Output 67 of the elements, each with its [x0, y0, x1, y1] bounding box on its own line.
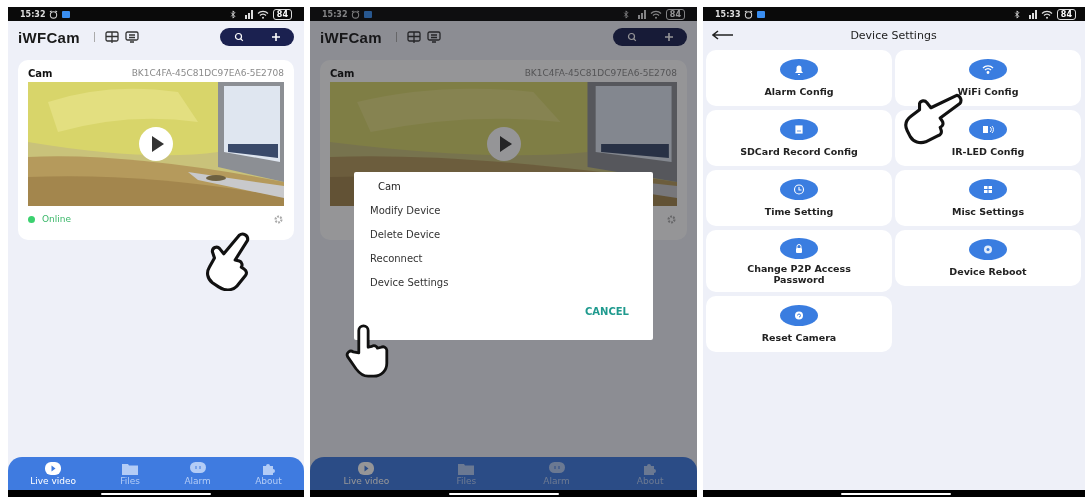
battery-icon: 84 [1056, 8, 1076, 20]
menu-item[interactable]: Delete Device [370, 229, 441, 240]
settings-option[interactable]: Change P2P Access Password [706, 230, 892, 292]
menu-item[interactable]: Device Settings [370, 277, 449, 288]
play-button[interactable] [485, 126, 522, 162]
alarm-clock-icon [351, 9, 361, 19]
list-view-icon[interactable] [426, 31, 441, 43]
puzzle-icon [642, 461, 659, 475]
app-title: iWFCam [18, 28, 80, 46]
app-notification-icon [62, 10, 71, 18]
screen-title: Device Settings [850, 29, 937, 42]
device-name: Cam [28, 67, 53, 79]
bluetooth-icon [1013, 9, 1021, 19]
folder-icon [122, 461, 139, 475]
device-card[interactable]: Cam BK1C4FA-45C81DC97EA6-5E2708 Online [18, 60, 294, 240]
bell-icon [780, 59, 818, 80]
puzzle-icon [260, 461, 277, 475]
device-status: Online [42, 214, 72, 224]
settings-option[interactable]: Reset Camera [706, 296, 892, 352]
device-id: BK1C4FA-45C81DC97EA6-5E2708 [131, 68, 284, 78]
back-arrow-icon[interactable] [712, 30, 734, 40]
sd-card-icon [780, 119, 818, 140]
add-icon[interactable] [270, 32, 281, 42]
device-name: Cam [330, 67, 355, 79]
bluetooth-icon [622, 9, 630, 19]
settings-option[interactable]: WiFi Config [895, 50, 1081, 106]
app-notification-icon [364, 10, 373, 18]
play-icon [358, 461, 375, 475]
battery-icon: 84 [272, 8, 292, 20]
chat-bubble-icon [548, 461, 565, 475]
reboot-icon [969, 239, 1007, 260]
bluetooth-icon [229, 9, 237, 19]
app-notification-icon [757, 10, 766, 18]
settings-option[interactable]: Alarm Config [706, 50, 892, 106]
menu-item[interactable]: Modify Device [370, 205, 441, 216]
nav-tab[interactable]: Live video [30, 461, 76, 486]
dialog-title: Cam [378, 181, 401, 192]
device-id: BK1C4FA-45C81DC97EA6-5E2708 [524, 68, 677, 78]
folder-icon [458, 461, 475, 475]
settings-option[interactable]: Time Setting [706, 170, 892, 226]
play-button[interactable] [138, 126, 174, 162]
menu-item[interactable]: Reconnect [370, 253, 423, 264]
alarm-clock-icon [744, 9, 754, 19]
ir-led-icon [969, 119, 1007, 140]
grid-view-icon[interactable] [104, 31, 119, 43]
wifi-icon [969, 59, 1007, 80]
grid-view-icon[interactable] [406, 31, 421, 43]
grid-icon [969, 179, 1007, 200]
settings-option[interactable]: SDCard Record Config [706, 110, 892, 166]
status-time: 15:32 [322, 9, 348, 19]
settings-option[interactable]: Device Reboot [895, 230, 1081, 286]
alarm-clock-icon [49, 9, 59, 19]
battery-icon: 84 [665, 8, 685, 20]
status-time: 15:33 [715, 9, 741, 19]
chat-bubble-icon [189, 461, 206, 475]
status-time: 15:32 [20, 9, 46, 19]
play-icon [45, 461, 62, 475]
app-title: iWFCam [320, 28, 382, 46]
lock-icon [780, 237, 818, 259]
search-icon[interactable] [233, 32, 244, 42]
list-view-icon[interactable] [124, 31, 139, 43]
wifi-icon [649, 9, 662, 19]
wifi-icon [256, 9, 269, 19]
wifi-icon [1040, 9, 1053, 19]
settings-option[interactable]: Misc Settings [895, 170, 1081, 226]
clock-icon [780, 179, 818, 200]
reset-icon [780, 305, 818, 326]
